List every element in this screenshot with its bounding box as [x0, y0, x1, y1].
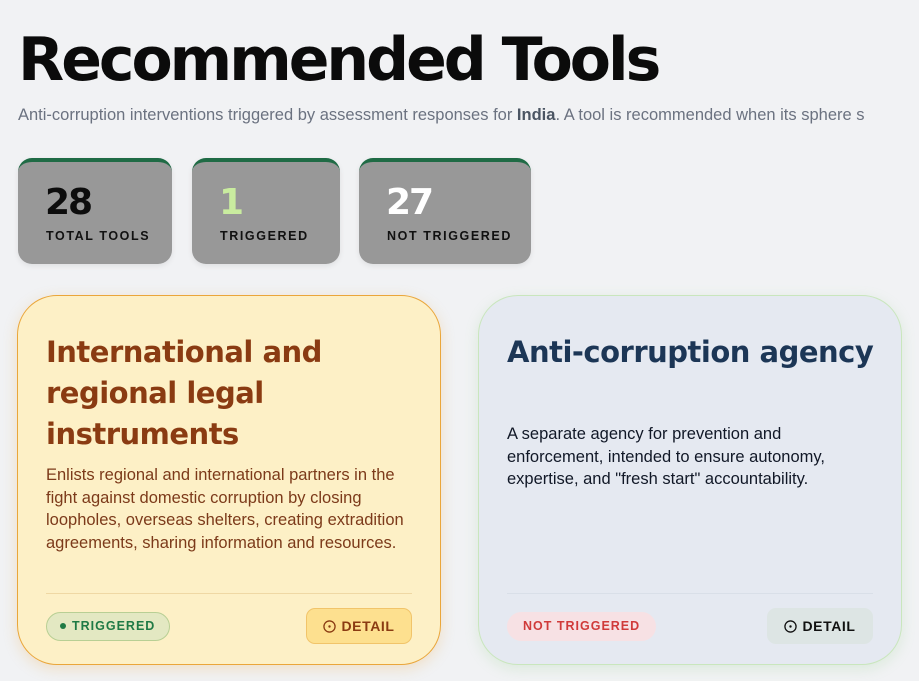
subtitle-text-pre: Anti-corruption interventions triggered …: [18, 106, 517, 124]
stat-card-not-triggered: 27 NOT TRIGGERED: [359, 158, 531, 264]
stat-not-triggered-label: NOT TRIGGERED: [387, 229, 512, 243]
page-subtitle: Anti-corruption interventions triggered …: [18, 104, 865, 126]
info-circle-icon: [323, 620, 337, 633]
status-badge-label: NOT TRIGGERED: [523, 619, 641, 633]
stat-total-value: 28: [45, 182, 93, 223]
detail-button[interactable]: DETAIL: [306, 608, 412, 644]
tool-card-legal-instruments[interactable]: International and regional legal instrum…: [17, 295, 441, 665]
tool-card-title: International and regional legal instrum…: [46, 335, 322, 451]
status-badge-label: TRIGGERED: [72, 619, 156, 633]
stat-card-triggered: 1 TRIGGERED: [192, 158, 340, 264]
page: Recommended Tools Anti-corruption interv…: [0, 0, 919, 681]
card-divider: [46, 593, 412, 594]
tool-card-description: Enlists regional and international partn…: [46, 466, 404, 552]
stat-not-triggered-value: 27: [386, 182, 434, 223]
subtitle-text-post: . A tool is recommended when its sphere …: [555, 106, 865, 124]
card-divider: [507, 593, 873, 594]
stat-triggered-value: 1: [219, 182, 244, 223]
tool-card-anti-corruption-agency[interactable]: Anti-corruption agency A separate agency…: [478, 295, 902, 665]
tool-card-description: A separate agency for prevention and enf…: [507, 425, 825, 488]
detail-button-label: DETAIL: [802, 618, 856, 634]
status-badge-not-triggered: NOT TRIGGERED: [507, 612, 657, 641]
tool-card-title: Anti-corruption agency: [507, 335, 874, 369]
subtitle-country: India: [516, 106, 556, 124]
stat-card-total: 28 TOTAL TOOLS: [18, 158, 172, 264]
stat-triggered-label: TRIGGERED: [220, 229, 309, 243]
detail-button-label: DETAIL: [341, 618, 395, 634]
status-badge-triggered: TRIGGERED: [46, 612, 171, 641]
detail-button[interactable]: DETAIL: [767, 608, 873, 644]
dot-icon: [60, 623, 66, 629]
info-circle-icon: [784, 620, 798, 633]
stat-total-label: TOTAL TOOLS: [46, 229, 151, 243]
page-title: Recommended Tools: [18, 25, 661, 95]
